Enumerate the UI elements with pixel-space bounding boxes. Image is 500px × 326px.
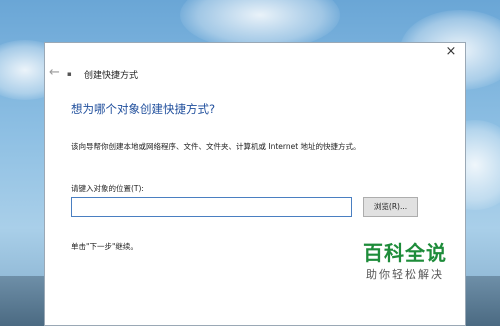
browse-button[interactable]: 浏览(R)... — [363, 197, 418, 217]
wizard-description: 该向导帮你创建本地或网络程序、文件、文件夹、计算机或 Internet 地址的快… — [71, 142, 361, 151]
dialog-title: 创建快捷方式 — [84, 71, 139, 81]
shortcut-wizard-icon: ▪ — [67, 70, 72, 78]
next-hint: 单击"下一步"继续。 — [71, 242, 138, 251]
watermark-brand: 百科全说 — [363, 241, 447, 265]
watermark: 百科全说 助你轻松解决 — [338, 240, 472, 300]
watermark-tagline: 助你轻松解决 — [366, 268, 444, 281]
location-label: 请键入对象的位置(T): — [71, 184, 144, 193]
back-arrow-icon[interactable]: ← — [49, 65, 60, 80]
location-input[interactable] — [71, 197, 352, 217]
close-icon[interactable]: × — [444, 45, 458, 59]
page-heading: 想为哪个对象创建快捷方式? — [71, 102, 216, 116]
